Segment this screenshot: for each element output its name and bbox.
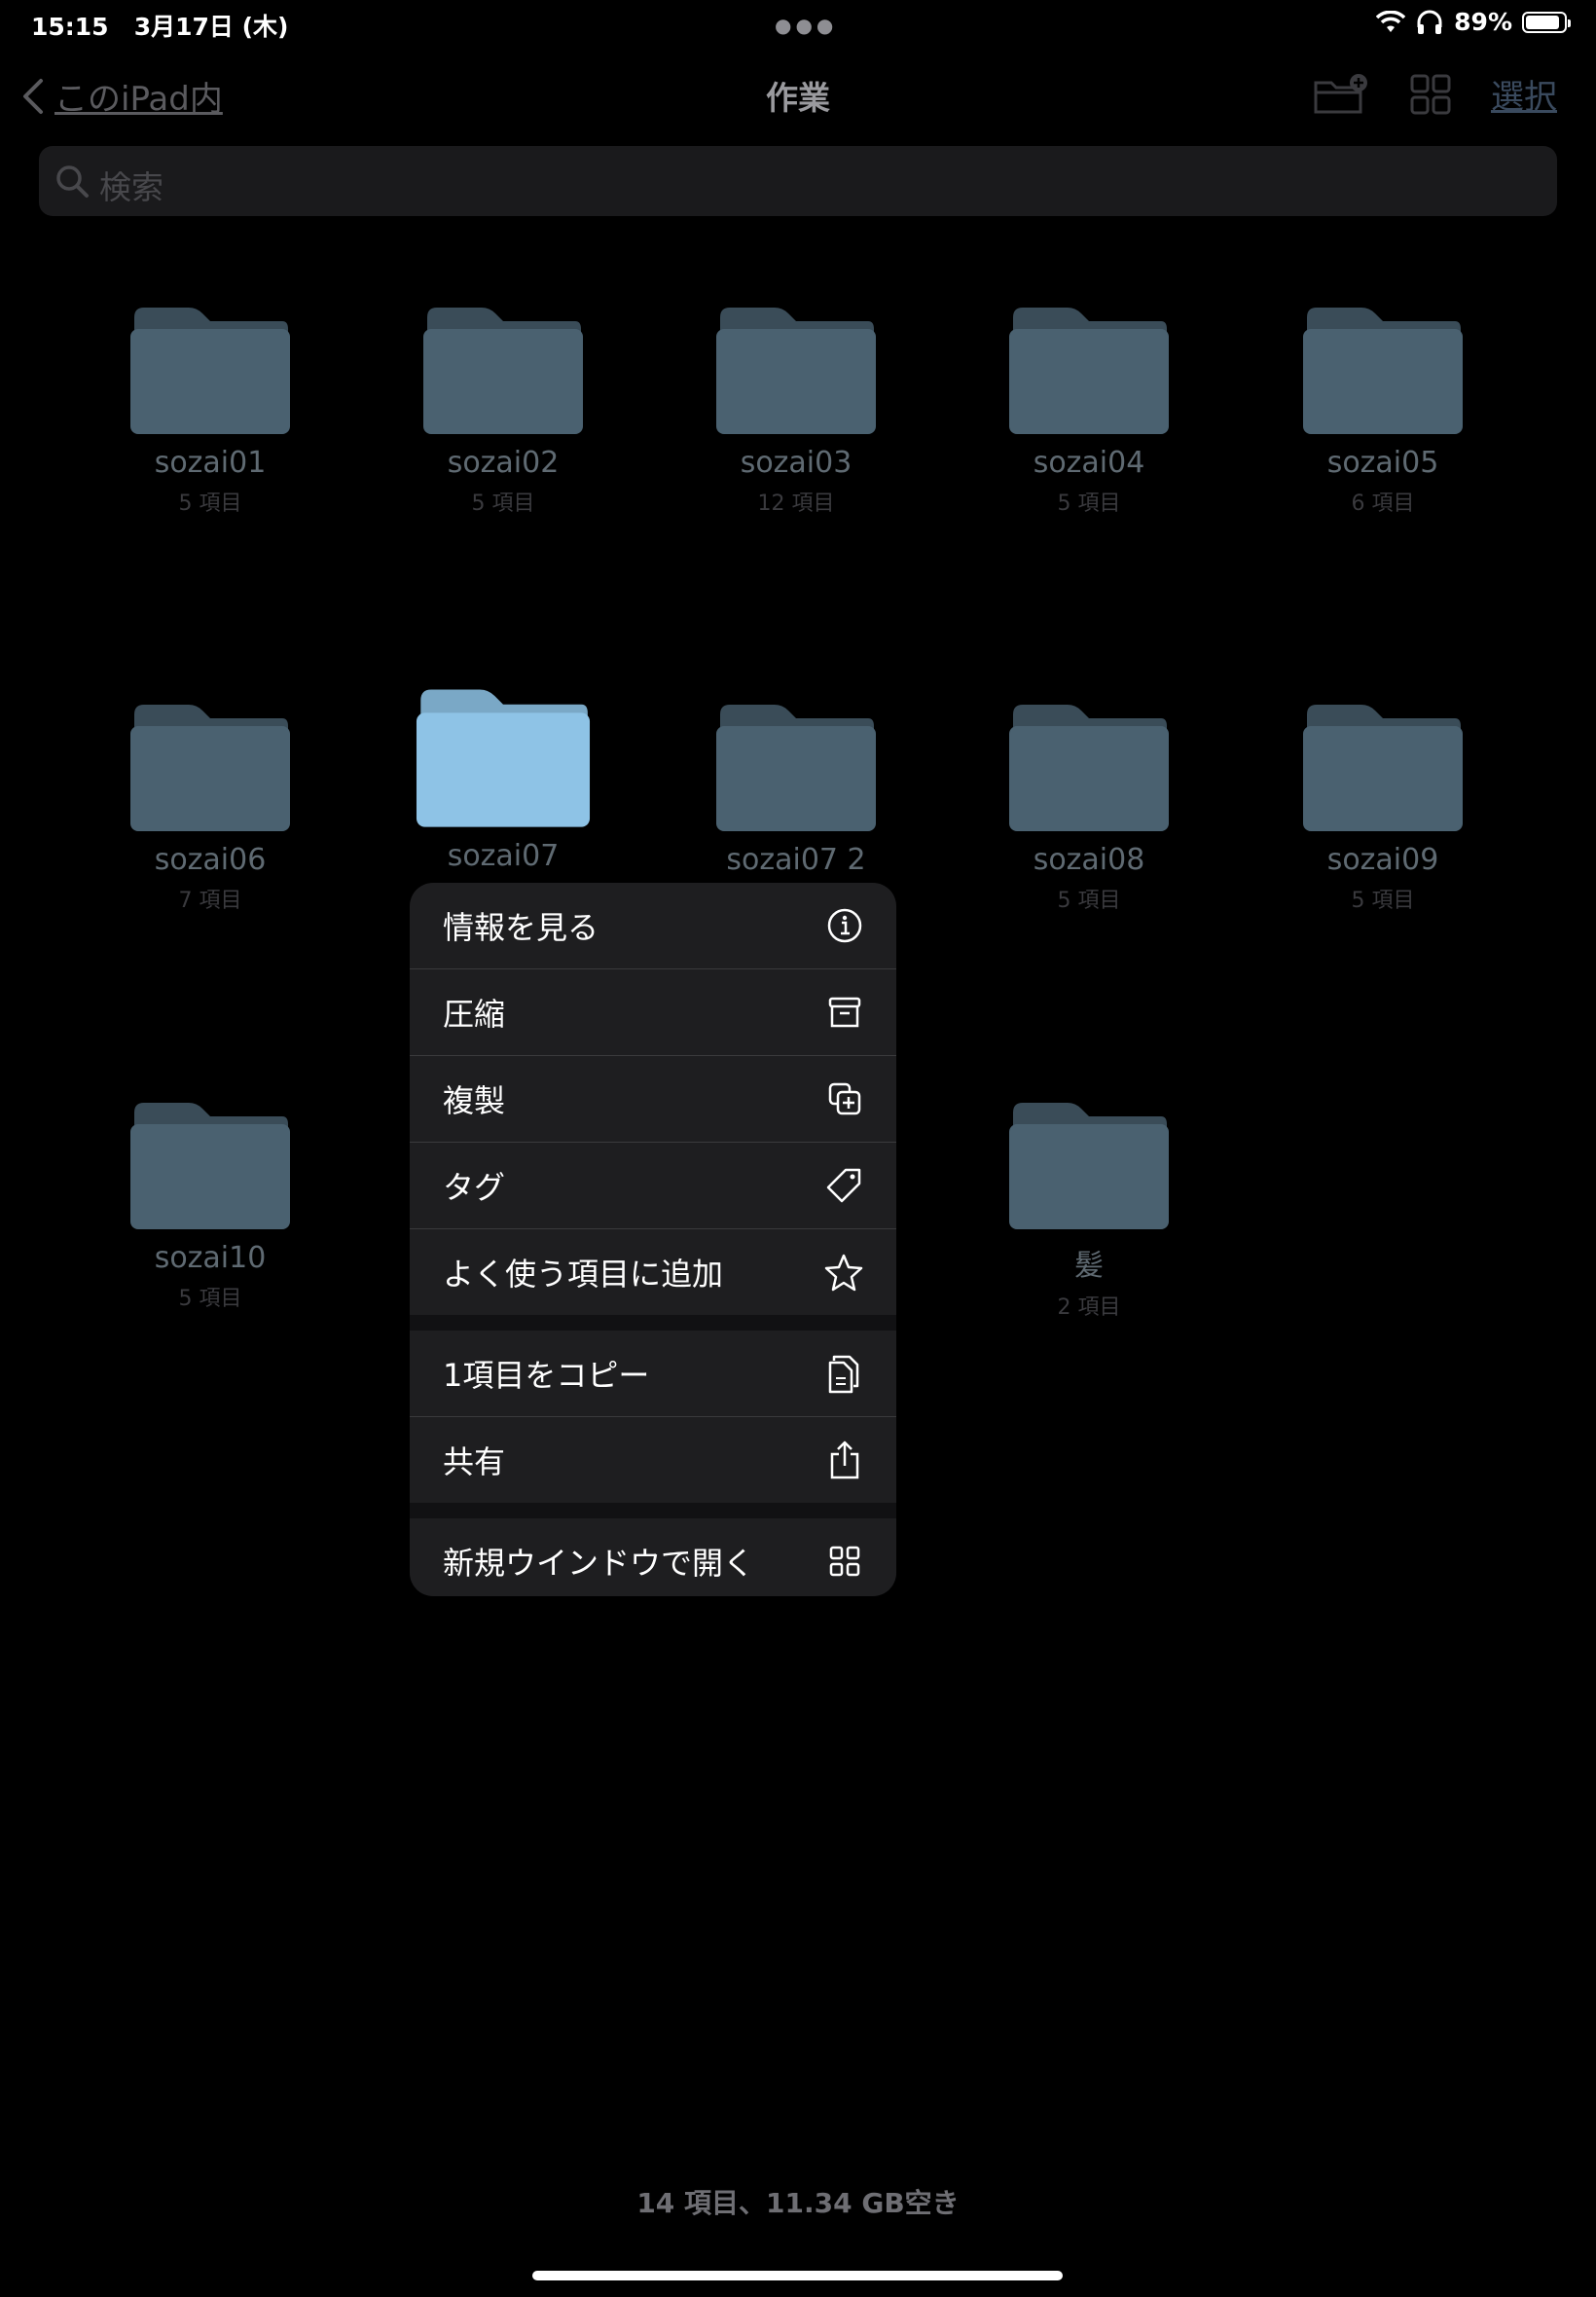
folder-name: sozai09 [1326, 843, 1439, 877]
folder-icon [1303, 705, 1463, 831]
menu-group-gap [410, 1315, 896, 1331]
folder-icon [130, 1103, 290, 1229]
folder-item[interactable]: sozai07 [357, 683, 649, 879]
folder-count: 5 項目 [1057, 889, 1121, 913]
battery-percent: 89% [1454, 8, 1512, 36]
folder-item[interactable]: sozai06 7 項目 [64, 699, 356, 914]
status-time: 15:15 3月17日 (木) [31, 13, 289, 41]
menu-item-label: 圧縮 [443, 996, 506, 1033]
search-placeholder: 検索 [99, 168, 163, 206]
folder-name: 髪 [1074, 1249, 1104, 1283]
nav-actions: 選択 [1312, 70, 1557, 118]
folder-icon [1009, 1103, 1169, 1229]
folder-count: 6 項目 [1351, 492, 1415, 516]
status-right: 89% [1376, 8, 1571, 36]
folder-item[interactable]: sozai04 5 項目 [943, 302, 1235, 517]
menu-item-duplicate[interactable]: 複製 [410, 1056, 896, 1142]
select-button[interactable]: 選択 [1491, 70, 1557, 118]
folder-name: sozai03 [740, 446, 852, 480]
duplicate-icon [828, 1082, 861, 1115]
folder-item[interactable]: sozai08 5 項目 [943, 699, 1235, 914]
menu-item-share[interactable]: 共有 [410, 1417, 896, 1503]
star-icon [824, 1254, 863, 1292]
menu-group-gap [410, 1503, 896, 1518]
folder-name: sozai08 [1033, 843, 1145, 877]
archive-icon [828, 997, 861, 1028]
grid-view-icon[interactable] [1409, 73, 1452, 116]
folder-count: 5 項目 [178, 492, 242, 516]
folder-count: 5 項目 [1057, 492, 1121, 516]
folder-icon [423, 308, 583, 434]
new-folder-icon[interactable] [1312, 73, 1370, 116]
menu-item-label: タグ [443, 1169, 506, 1206]
menu-item-open-new-window[interactable]: 新規ウインドウで開く [410, 1518, 896, 1596]
info-icon [827, 908, 862, 943]
share-icon [830, 1440, 859, 1479]
folder-icon [1303, 308, 1463, 434]
folder-count: 7 項目 [178, 889, 242, 913]
menu-item-label: 1項目をコピー [443, 1357, 650, 1394]
folder-item[interactable]: sozai09 5 項目 [1237, 699, 1529, 914]
folder-count: 12 項目 [757, 492, 835, 516]
folder-item[interactable]: sozai07 2 [650, 699, 942, 883]
search-field[interactable]: 検索 [39, 146, 1557, 216]
folder-name: sozai05 [1326, 446, 1439, 480]
folder-count: 5 項目 [1351, 889, 1415, 913]
wifi-icon [1376, 10, 1406, 32]
storage-summary: 14 項目、11.34 GB空き [636, 2187, 960, 2219]
folder-icon [1009, 308, 1169, 434]
menu-item-tag[interactable]: タグ [410, 1143, 896, 1228]
folder-item[interactable]: sozai03 12 項目 [650, 302, 942, 517]
copy-icon [828, 1355, 859, 1394]
menu-item-add-favorite[interactable]: よく使う項目に追加 [410, 1229, 896, 1315]
folder-name: sozai07 [447, 839, 560, 873]
folder-item[interactable]: sozai10 5 項目 [64, 1097, 356, 1312]
folder-icon [416, 689, 591, 827]
context-menu: 情報を見る 圧縮 複製 タグ よく使う項目に追加 1項目をコピー 共有 新規ウイ… [410, 883, 896, 1596]
folder-count: 5 項目 [178, 1287, 242, 1311]
multitasking-dots-icon[interactable]: ●●● [775, 14, 837, 37]
folder-icon [1009, 705, 1169, 831]
folder-count: 5 項目 [471, 492, 535, 516]
folder-icon [130, 308, 290, 434]
headphones-icon [1417, 10, 1442, 34]
search-icon [56, 165, 89, 198]
menu-item-get-info[interactable]: 情報を見る [410, 883, 896, 968]
battery-icon [1522, 11, 1571, 33]
navigation-bar: このiPad内 作業 選択 [0, 58, 1596, 136]
status-date: 3月17日 (木) [133, 13, 289, 41]
folder-count: 2 項目 [1057, 1295, 1121, 1320]
menu-item-label: 情報を見る [443, 909, 599, 946]
new-window-icon [829, 1546, 860, 1577]
menu-item-label: 共有 [443, 1443, 506, 1480]
folder-item[interactable]: sozai02 5 項目 [357, 302, 649, 517]
folder-item[interactable]: sozai05 6 項目 [1237, 302, 1529, 517]
folder-item[interactable]: 髪 2 項目 [943, 1097, 1235, 1321]
folder-icon [130, 705, 290, 831]
menu-item-label: 複製 [443, 1082, 506, 1119]
menu-item-label: よく使う項目に追加 [443, 1256, 724, 1293]
folder-name: sozai07 2 [726, 843, 866, 877]
tag-icon [826, 1168, 861, 1203]
folder-name: sozai10 [154, 1241, 267, 1275]
folder-name: sozai06 [154, 843, 267, 877]
folder-icon [716, 705, 876, 831]
folder-item[interactable]: sozai01 5 項目 [64, 302, 356, 517]
menu-item-copy[interactable]: 1項目をコピー [410, 1331, 896, 1416]
status-bar: 15:15 3月17日 (木) ●●● 89% [0, 0, 1596, 47]
folder-name: sozai02 [447, 446, 560, 480]
folder-name: sozai01 [154, 446, 267, 480]
home-indicator[interactable] [532, 2271, 1063, 2280]
menu-item-label: 新規ウインドウで開く [443, 1545, 755, 1582]
folder-icon [716, 308, 876, 434]
menu-item-compress[interactable]: 圧縮 [410, 969, 896, 1055]
folder-name: sozai04 [1033, 446, 1145, 480]
